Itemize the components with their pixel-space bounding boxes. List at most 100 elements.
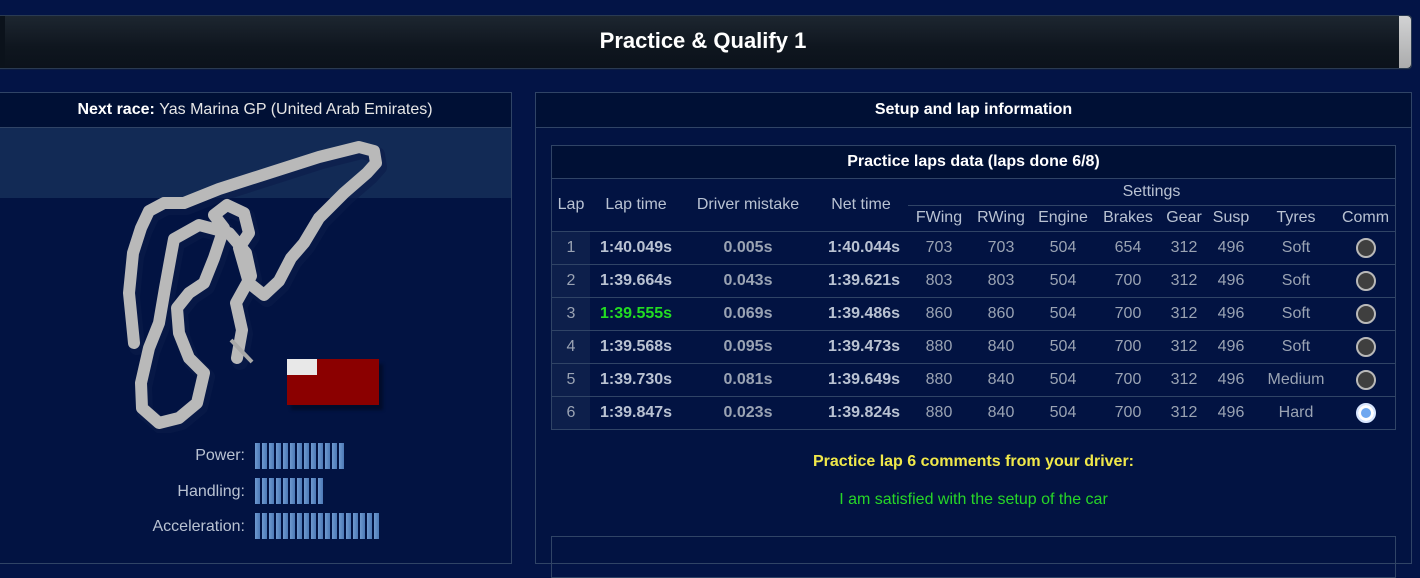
comm-cell (1336, 362, 1395, 396)
stat-bar-segment (360, 513, 365, 539)
comment-radio-button[interactable] (1355, 270, 1376, 291)
net-time-cell: 1:39.649s (814, 362, 908, 396)
stat-bar-segment (318, 443, 323, 469)
gear-cell: 312 (1162, 296, 1206, 330)
stat-bar-segment (353, 513, 358, 539)
susp-cell: 496 (1206, 329, 1256, 363)
stat-bar-segment (283, 443, 288, 469)
brakes-cell: 700 (1094, 362, 1162, 396)
stat-bar-segment (269, 443, 274, 469)
gear-cell: 312 (1162, 263, 1206, 297)
lap-cell: 5 (552, 362, 590, 396)
col-driver-mistake: Driver mistake (682, 179, 814, 231)
tyres-cell: Soft (1256, 230, 1336, 264)
power-label: Power: (195, 447, 245, 464)
lap-time-cell: 1:39.555s (590, 296, 682, 330)
stat-bar-segment (297, 478, 302, 504)
engine-cell: 504 (1032, 296, 1094, 330)
col-susp: Susp (1206, 205, 1256, 231)
fwing-cell: 880 (908, 362, 970, 396)
brakes-cell: 654 (1094, 230, 1162, 264)
uae-flag-icon (287, 359, 379, 405)
col-tyres: Tyres (1256, 205, 1336, 231)
gear-cell: 312 (1162, 395, 1206, 429)
col-lap-time: Lap time (590, 179, 682, 231)
mistake-cell: 0.095s (682, 329, 814, 363)
tyres-cell: Hard (1256, 395, 1336, 429)
table-row: 6 1:39.847s 0.023s 1:39.824s 880 840 504 700 312… (552, 395, 1395, 429)
page-title: Practice & Qualify 1 (599, 28, 807, 53)
stat-bar-segment (367, 513, 372, 539)
gear-cell: 312 (1162, 362, 1206, 396)
rwing-cell: 840 (970, 395, 1032, 429)
fwing-cell: 880 (908, 395, 970, 429)
lap-cell: 4 (552, 329, 590, 363)
stat-bar-segment (318, 478, 323, 504)
acceleration-label: Acceleration: (152, 518, 246, 535)
stat-bar-segment (339, 513, 344, 539)
setup-panel: Setup and lap information Practice laps … (535, 92, 1412, 578)
engine-cell: 504 (1032, 395, 1094, 429)
comm-cell (1336, 296, 1395, 330)
net-time-cell: 1:39.824s (814, 395, 908, 429)
driver-comment-text: I am satisfied with the setup of the car (839, 491, 1108, 508)
col-fwing: FWing (908, 205, 970, 231)
col-net-time: Net time (814, 179, 908, 231)
stat-bar-segment (318, 513, 323, 539)
stat-bar-segment (262, 478, 267, 504)
next-race-value: Yas Marina GP (United Arab Emirates) (159, 101, 433, 118)
rwing-cell: 840 (970, 329, 1032, 363)
practice-laps-title: Practice laps data (laps done 6/8) (552, 146, 1395, 179)
col-gear: Gear (1162, 205, 1206, 231)
stat-bar-segment (255, 443, 260, 469)
lap-time-cell: 1:39.568s (590, 329, 682, 363)
col-settings: Settings (908, 179, 1395, 206)
stat-bar-segment (255, 513, 260, 539)
mistake-cell: 0.069s (682, 296, 814, 330)
stat-bar-segment (283, 513, 288, 539)
col-lap: Lap (552, 179, 590, 231)
stat-bar-segment (332, 443, 337, 469)
susp-cell: 496 (1206, 296, 1256, 330)
stat-bar-segment (311, 478, 316, 504)
power-bar (255, 443, 346, 469)
comment-radio-button[interactable] (1355, 402, 1376, 423)
setup-panel-title: Setup and lap information (536, 93, 1411, 128)
stat-bar-segment (311, 443, 316, 469)
stat-bar-segment (346, 513, 351, 539)
stat-bar-segment (374, 513, 379, 539)
comment-radio-button[interactable] (1355, 303, 1376, 324)
net-time-cell: 1:39.621s (814, 263, 908, 297)
title-bar: Practice & Qualify 1 (0, 15, 1412, 69)
tyres-cell: Soft (1256, 296, 1336, 330)
net-time-cell: 1:39.486s (814, 296, 908, 330)
net-time-cell: 1:40.044s (814, 230, 908, 264)
next-race-label: Next race: (77, 101, 155, 118)
gear-cell: 312 (1162, 230, 1206, 264)
lap-cell: 2 (552, 263, 590, 297)
comm-cell (1336, 263, 1395, 297)
stat-bar-segment (269, 513, 274, 539)
fwing-cell: 703 (908, 230, 970, 264)
col-engine: Engine (1032, 205, 1094, 231)
rwing-cell: 840 (970, 362, 1032, 396)
lap-cell: 6 (552, 395, 590, 429)
comment-radio-button[interactable] (1355, 369, 1376, 390)
comment-radio-button[interactable] (1355, 336, 1376, 357)
engine-cell: 504 (1032, 263, 1094, 297)
brakes-cell: 700 (1094, 395, 1162, 429)
handling-label: Handling: (177, 483, 245, 500)
stat-bar-segment (304, 513, 309, 539)
susp-cell: 496 (1206, 395, 1256, 429)
susp-cell: 496 (1206, 362, 1256, 396)
engine-cell: 504 (1032, 362, 1094, 396)
gear-cell: 312 (1162, 329, 1206, 363)
rwing-cell: 803 (970, 263, 1032, 297)
stat-bar-segment (255, 478, 260, 504)
stat-bar-segment (297, 443, 302, 469)
engine-cell: 504 (1032, 230, 1094, 264)
stat-bar-segment (276, 478, 281, 504)
brakes-cell: 700 (1094, 329, 1162, 363)
comment-radio-button[interactable] (1355, 237, 1376, 258)
stat-bar-segment (304, 478, 309, 504)
